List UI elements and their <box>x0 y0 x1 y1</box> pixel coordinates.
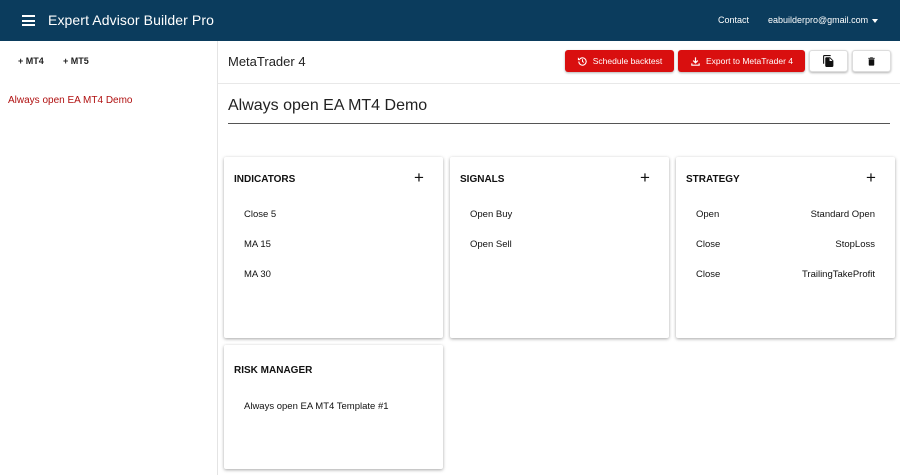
signal-item[interactable]: Open Buy <box>470 209 512 220</box>
add-indicator-button[interactable]: + <box>414 169 424 186</box>
account-menu[interactable]: eabuilderpro@gmail.com <box>768 15 879 25</box>
header-divider <box>218 83 900 84</box>
strategy-rule[interactable]: StopLoss <box>835 239 875 250</box>
duplicate-button[interactable] <box>809 50 848 72</box>
signals-card: SIGNALS + Open Buy Open Sell <box>450 157 669 338</box>
schedule-backtest-label: Schedule backtest <box>592 56 663 66</box>
strategy-rule[interactable]: Standard Open <box>811 209 875 220</box>
platform-title: MetaTrader 4 <box>228 54 306 69</box>
signals-title: SIGNALS <box>460 174 505 185</box>
add-strategy-button[interactable]: + <box>866 169 876 186</box>
sidebar: + MT4 + MT5 Always open EA MT4 Demo <box>0 41 218 475</box>
delete-button[interactable] <box>852 50 891 72</box>
indicator-item[interactable]: MA 30 <box>244 269 271 280</box>
dropdown-caret-icon <box>872 18 879 23</box>
contact-link[interactable]: Contact <box>718 15 749 25</box>
account-email: eabuilderpro@gmail.com <box>768 15 869 25</box>
add-mt5-button[interactable]: + MT5 <box>63 56 89 66</box>
app-title: Expert Advisor Builder Pro <box>48 12 215 28</box>
indicators-card: INDICATORS + Close 5 MA 15 MA 30 <box>224 157 443 338</box>
indicator-item[interactable]: Close 5 <box>244 209 276 220</box>
indicators-title: INDICATORS <box>234 174 296 185</box>
risk-manager-title: RISK MANAGER <box>234 365 313 376</box>
sidebar-item-ea[interactable]: Always open EA MT4 Demo <box>8 95 133 106</box>
export-label: Export to MetaTrader 4 <box>705 56 794 66</box>
trash-icon <box>868 56 875 66</box>
strategy-action[interactable]: Close <box>696 239 720 250</box>
history-icon <box>577 56 587 66</box>
indicator-item[interactable]: MA 15 <box>244 239 271 250</box>
risk-manager-card: RISK MANAGER Always open EA MT4 Template… <box>224 345 443 469</box>
strategy-action[interactable]: Open <box>696 209 719 220</box>
add-mt4-button[interactable]: + MT4 <box>18 56 44 66</box>
menu-icon[interactable] <box>22 15 35 26</box>
schedule-backtest-button[interactable]: Schedule backtest <box>565 50 674 72</box>
strategy-rule[interactable]: TrailingTakeProfit <box>802 269 875 280</box>
add-signal-button[interactable]: + <box>640 169 650 186</box>
download-icon <box>691 56 700 66</box>
app-bar: Expert Advisor Builder Pro Contact eabui… <box>0 0 900 41</box>
strategy-title: STRATEGY <box>686 174 740 185</box>
risk-manager-item[interactable]: Always open EA MT4 Template #1 <box>244 401 389 412</box>
strategy-action[interactable]: Close <box>696 269 720 280</box>
ea-name-field[interactable]: Always open EA MT4 Demo <box>228 97 890 124</box>
signal-item[interactable]: Open Sell <box>470 239 512 250</box>
strategy-card: STRATEGY + Open Standard Open Close Stop… <box>676 157 895 338</box>
export-button[interactable]: Export to MetaTrader 4 <box>678 50 805 72</box>
ea-name-value: Always open EA MT4 Demo <box>228 97 428 114</box>
copy-icon <box>823 55 834 67</box>
